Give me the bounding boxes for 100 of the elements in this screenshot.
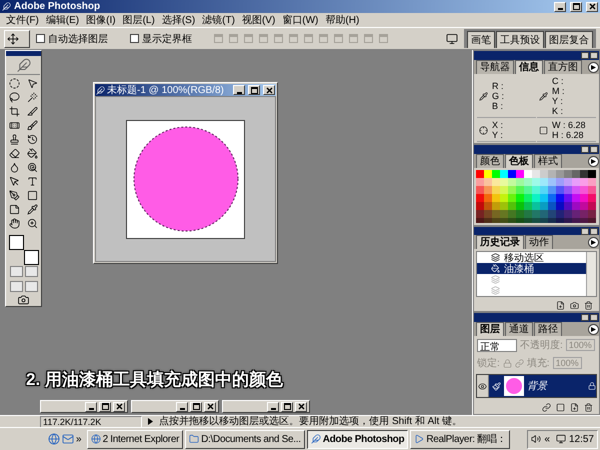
checkbox-label: 自动选择图层 [48,32,108,46]
scrollbar[interactable] [586,252,596,296]
arrow-icon[interactable] [9,176,20,188]
close-button[interactable] [590,228,598,235]
link-icon[interactable] [542,403,551,412]
panel-tab[interactable]: 直方图 [544,60,582,74]
panel-menu-button[interactable] [588,62,599,73]
menu-item[interactable]: 选择(S) [162,13,196,27]
wand-icon[interactable] [27,92,38,104]
marquee-icon[interactable] [9,78,20,90]
panel-tab[interactable]: 样式 [534,154,562,168]
taskbar-button[interactable]: D:\Documents and Se... [185,430,305,448]
pen-icon[interactable] [9,190,20,202]
minimized-window[interactable] [40,400,128,413]
info-label: G : [492,91,504,101]
paint-bucket-icon[interactable] [27,148,38,160]
network-icon[interactable] [556,434,566,444]
swatches-drawing[interactable] [476,170,596,223]
hand-icon[interactable] [9,218,20,230]
speaker-icon[interactable] [531,434,542,444]
zoom-icon[interactable] [27,218,38,230]
move-icon[interactable] [7,32,19,44]
eraser-icon[interactable] [9,148,20,160]
foreground-color-swatch[interactable] [8,235,24,250]
minimize-button[interactable] [581,146,589,153]
lock-icon [588,382,596,390]
taskbar-button[interactable]: 2 Internet Explorer [86,430,184,448]
palette-tab[interactable]: 画笔 [467,31,495,48]
minimize-button[interactable] [581,228,589,235]
menu-item[interactable]: 编辑(E) [46,13,80,27]
brush-icon[interactable] [27,120,38,132]
rectangle-icon[interactable] [27,190,38,202]
menu-item[interactable]: 图像(I) [86,13,116,27]
panel-tab[interactable]: 色板 [505,154,533,168]
tool-preset-button[interactable] [4,30,30,48]
maximize-icon [572,3,580,10]
globe-icon[interactable] [48,433,60,445]
panel-menu-button[interactable] [588,156,599,167]
close-button[interactable] [590,52,598,59]
panel-tab[interactable]: 图层 [476,322,504,336]
menu-item[interactable]: 图层(L) [122,13,155,27]
taskbar-button[interactable]: Adobe Photoshop [306,430,408,448]
maximize-button[interactable] [570,2,582,12]
mail-icon[interactable] [62,433,74,445]
text-icon[interactable] [27,176,38,188]
taskbar-button[interactable]: RealPlayer: 翻唱： [410,430,510,448]
history-icon[interactable] [27,134,38,146]
layer-row[interactable]: 背景 [476,374,597,398]
eye-icon[interactable] [478,382,487,390]
palette-tab[interactable]: 图层复合 [545,31,593,48]
stamp-icon[interactable] [9,134,20,146]
panel-tab[interactable]: 路径 [534,322,562,336]
minimize-button[interactable] [581,314,589,321]
new-layer-icon[interactable] [570,403,579,412]
history-step[interactable]: 油漆桶 [477,263,586,274]
pointer-icon[interactable] [27,78,38,90]
close-button[interactable] [590,146,598,153]
blend-mode-select[interactable]: 正常 [477,338,517,352]
trash-icon[interactable] [584,300,593,310]
history-step[interactable]: 移动选区 [477,252,586,264]
lollipop-icon[interactable] [27,162,38,174]
note-icon[interactable] [9,204,20,216]
panel-tab[interactable]: 信息 [515,60,543,74]
panel-tab[interactable]: 导航器 [476,60,514,74]
close-button[interactable] [590,314,598,321]
more-button[interactable]: » [76,434,82,444]
checkbox[interactable] [36,34,45,43]
crop-icon[interactable] [9,106,20,118]
panel-tab[interactable]: 历史记录 [476,235,524,250]
palette-tab[interactable]: 工具预设 [496,31,544,48]
panel-tab[interactable]: 通道 [505,322,533,336]
menu-item[interactable]: 视图(V) [242,13,276,27]
trash-icon[interactable] [584,403,593,412]
new-document-icon[interactable] [556,300,565,310]
panel-menu-button[interactable] [588,237,599,248]
maximize-button[interactable] [99,402,111,412]
lasso-icon[interactable] [9,92,20,104]
maximize-button[interactable] [248,85,260,95]
menu-item[interactable]: 窗口(W) [282,13,318,27]
bandage-icon[interactable] [9,120,20,132]
checkbox[interactable] [130,34,139,43]
panel-menu-button[interactable] [588,324,599,335]
triangle-icon [591,327,596,332]
menu-item[interactable]: 文件(F) [6,13,39,27]
menu-item[interactable]: 帮助(H) [325,13,360,27]
tray-expand-button[interactable]: « [544,434,550,444]
minimize-button[interactable] [581,52,589,59]
menu-item[interactable]: 滤镜(T) [202,13,235,27]
eyedropper-icon[interactable] [27,204,38,216]
panel-tab[interactable]: 颜色 [476,154,504,168]
camera-icon[interactable] [17,294,30,306]
minimized-window[interactable] [131,400,219,413]
feather-icon[interactable] [16,58,32,72]
panel-tab[interactable]: 动作 [525,235,553,250]
minimized-window[interactable] [222,400,310,413]
maximize-button[interactable] [190,402,202,412]
knife-icon[interactable] [27,106,38,118]
maximize-button[interactable] [281,402,293,412]
camera-icon[interactable] [570,300,579,310]
droplet-icon[interactable] [9,162,20,174]
